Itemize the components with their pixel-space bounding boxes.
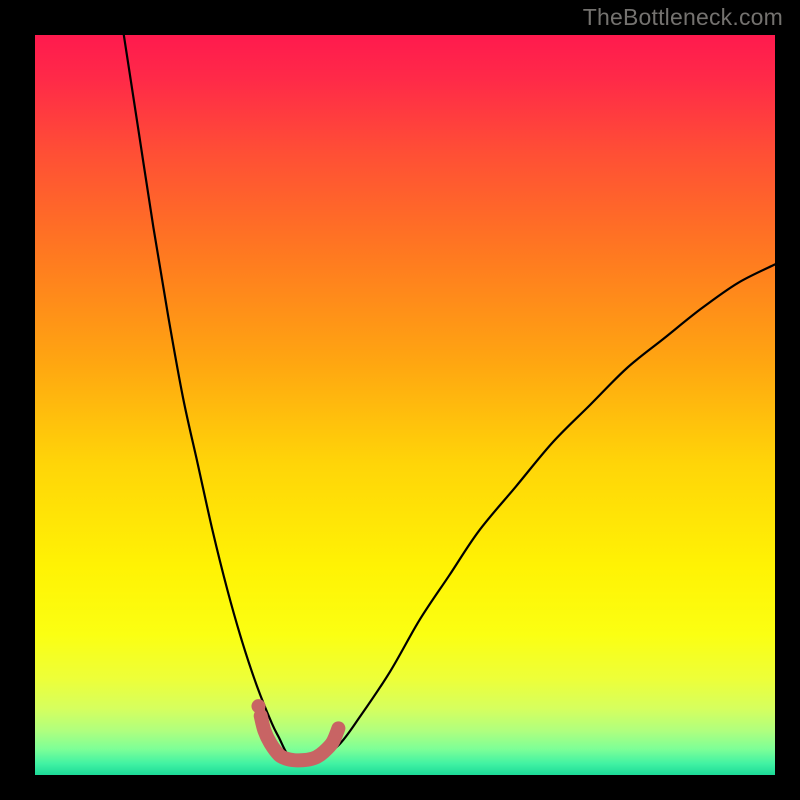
watermark-text: TheBottleneck.com: [583, 4, 783, 31]
bottleneck-chart: [0, 0, 800, 800]
plot-background: [35, 35, 775, 775]
trough-start-dot: [251, 699, 265, 713]
